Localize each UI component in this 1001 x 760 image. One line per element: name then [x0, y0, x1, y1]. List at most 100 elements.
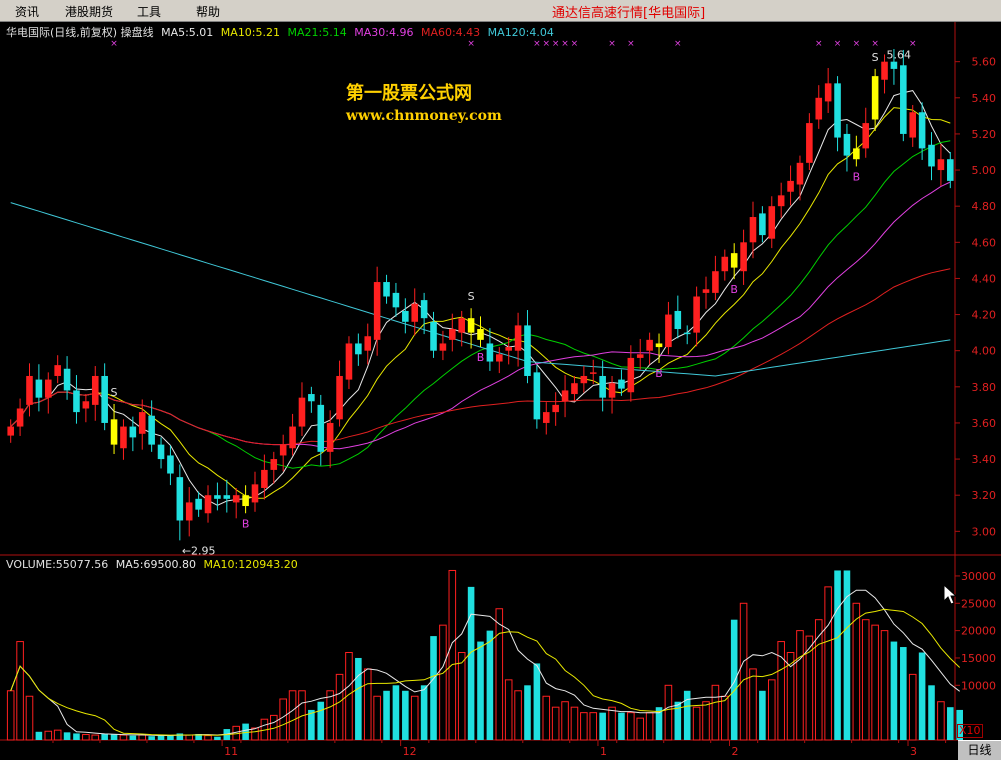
candle-body	[759, 213, 766, 236]
volume-bar-up	[636, 717, 645, 741]
marker-x: ×	[467, 39, 475, 49]
volume-bar-up	[937, 701, 945, 741]
timeframe-tab-daily[interactable]: 日线	[958, 740, 1001, 760]
volume-bar-up	[119, 734, 128, 741]
volume-bar-up	[439, 624, 447, 741]
candle-body	[693, 296, 700, 333]
candle-body	[392, 292, 400, 308]
kline-chart[interactable]: SSSBBBBB←2.955.64× × × × × × × × × × × × × × × 3.003.2…	[0, 22, 1001, 759]
candle-body	[881, 61, 888, 80]
volume-bar-down	[63, 732, 71, 740]
buy-signal-label: B	[730, 283, 738, 296]
volume-tick-label: 20000	[961, 625, 996, 638]
candle-body	[900, 65, 907, 134]
marker-x: ×	[627, 39, 635, 49]
volume-bar-up	[16, 641, 24, 741]
watermark-url: www.chnmoney.com	[346, 108, 502, 124]
candle-body	[326, 422, 334, 452]
legend-ma120: MA120:4.04	[487, 26, 554, 39]
volume-ma10-line	[10, 608, 961, 736]
volume-bar-up	[767, 679, 776, 741]
volume-bar-down	[402, 690, 409, 740]
candle-body	[871, 76, 879, 120]
candle-body	[242, 495, 249, 507]
candle-body	[627, 357, 635, 393]
marker-x: ×	[542, 39, 550, 49]
menu-tools[interactable]: 工具	[137, 3, 161, 20]
menu-hk-futures[interactable]: 港股期货	[65, 3, 113, 20]
volume-bar-down	[242, 723, 249, 740]
candle-body	[110, 419, 118, 445]
price-tick-label: 3.40	[972, 453, 997, 466]
candle-body	[561, 390, 569, 402]
chart-frame	[0, 22, 1001, 741]
candle-body	[355, 343, 362, 355]
marker-x: ×	[533, 39, 541, 49]
volume-tick-label: 25000	[961, 597, 996, 610]
mouse-cursor-icon	[943, 584, 957, 605]
marker-x: ×	[110, 39, 118, 49]
volume-bar-up	[908, 673, 917, 741]
menu-info[interactable]: 资讯	[15, 3, 39, 20]
volume-bar-up	[589, 712, 598, 741]
legend-prefix: 华电国际(日线,前复权) 操盘线	[6, 26, 154, 39]
volume-bar-down	[533, 663, 541, 740]
candle-body	[411, 303, 419, 322]
candle-body	[157, 444, 165, 460]
candle-body	[834, 83, 841, 138]
candle-body	[909, 112, 917, 138]
price-tick-label: 5.60	[972, 56, 997, 69]
volume-bar-up	[711, 684, 720, 741]
price-tick-label: 4.00	[972, 345, 997, 358]
candle-body	[853, 148, 860, 160]
menu-help[interactable]: 帮助	[196, 3, 220, 20]
date-tick-label: 3	[910, 745, 917, 758]
candle-body	[740, 242, 747, 272]
sell-signal-label: S	[468, 290, 475, 303]
volume-bar-down	[467, 586, 475, 740]
marker-x: ×	[561, 39, 569, 49]
volume-bar-up	[504, 679, 513, 741]
volume-tick-label: 10000	[961, 679, 996, 692]
candle-body	[524, 325, 531, 376]
candle-body	[261, 469, 268, 488]
volume-bar-up	[871, 624, 879, 741]
candle-body	[430, 321, 437, 351]
volume-bar-down	[129, 735, 137, 740]
volume-axis: 10000 15000 20000 25000 30000	[955, 570, 996, 692]
marker-x: ×	[909, 39, 917, 49]
volume-bar-down	[35, 731, 43, 740]
volume-bar-up	[542, 695, 551, 741]
candle-body	[862, 123, 870, 149]
price-tick-label: 4.20	[972, 309, 997, 322]
volume-bar-down	[73, 733, 80, 740]
candle-body	[54, 365, 61, 376]
price-tick-label: 3.80	[972, 381, 997, 394]
volume-bar-down	[928, 685, 935, 740]
legend-ma21: MA21:5.14	[287, 26, 347, 39]
volume-bar-up	[561, 701, 569, 741]
candle-body	[167, 455, 174, 474]
volume-bar-down	[834, 570, 841, 740]
date-tick-label: 11	[224, 745, 238, 758]
zoom-x10-button[interactable]: X10	[957, 724, 983, 738]
candle-body	[542, 412, 550, 423]
candle-body	[486, 343, 494, 362]
candle-body	[815, 97, 823, 120]
menu-bar: 资讯 港股期货 工具 帮助 通达信高速行情[华电国际]	[0, 0, 1001, 22]
price-tick-label: 4.60	[972, 236, 997, 249]
volume-bar-up	[570, 706, 579, 741]
volume-bar-down	[759, 690, 766, 740]
candle-body	[571, 383, 578, 395]
candle-body	[298, 397, 306, 427]
price-tick-label: 3.00	[972, 525, 997, 538]
volume-bar-up	[739, 602, 748, 741]
marker-x: ×	[608, 39, 616, 49]
volume-bar-down	[383, 690, 390, 740]
legend-ma5: MA5:5.01	[161, 26, 214, 39]
volume-tick-label: 15000	[961, 652, 996, 665]
candle-body	[279, 444, 287, 456]
volume-bar-up	[702, 701, 710, 741]
swing-price-label: 5.64	[887, 48, 912, 61]
candle-body	[787, 180, 794, 192]
